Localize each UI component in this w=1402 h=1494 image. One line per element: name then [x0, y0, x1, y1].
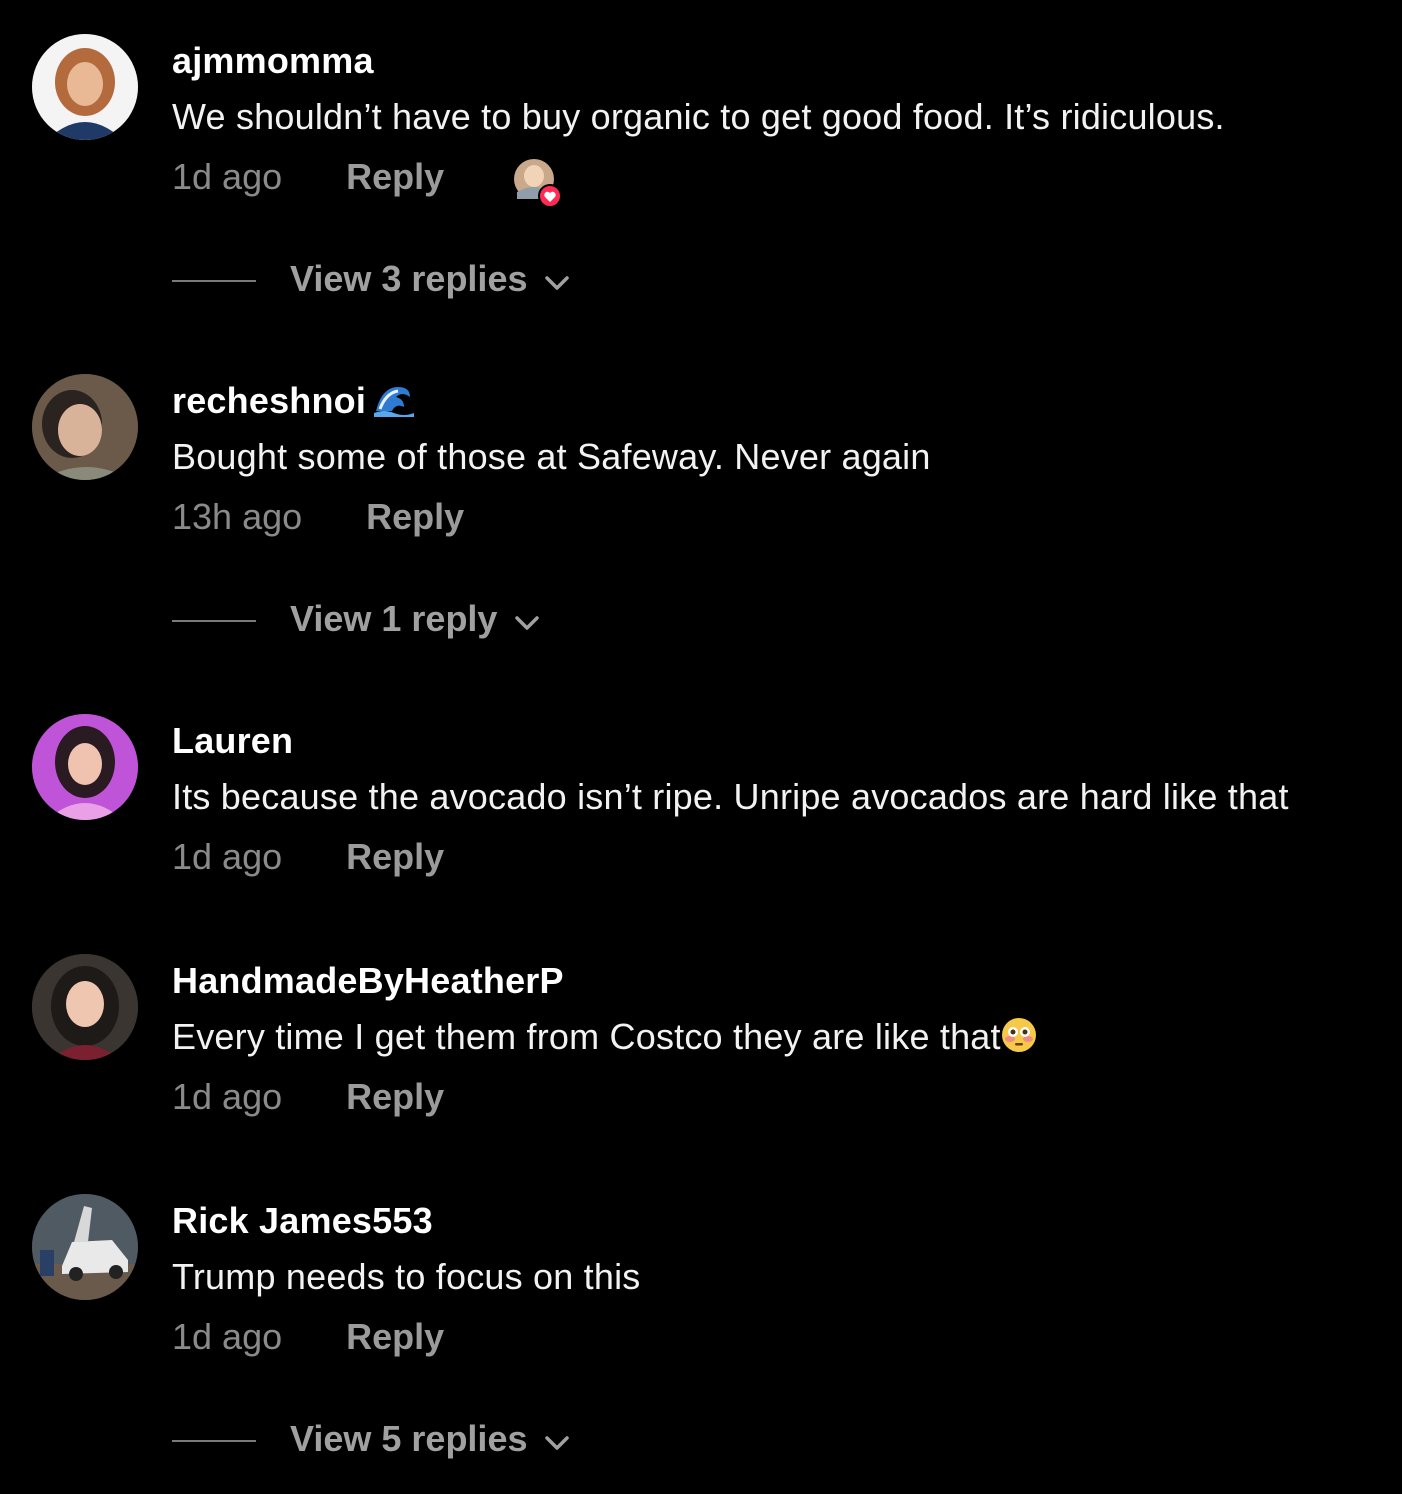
comment-meta: 1d ago Reply — [172, 1076, 444, 1118]
reply-button[interactable]: Reply — [346, 1076, 444, 1118]
avatar[interactable] — [32, 374, 138, 480]
comment-username[interactable]: HandmadeByHeatherP — [172, 960, 564, 1002]
flushed-face-emoji-icon — [1001, 1017, 1037, 1062]
creator-liked-heart-icon — [513, 158, 563, 208]
comment-text-body: Every time I get them from Costco they a… — [172, 1016, 1001, 1057]
avatar-image — [32, 1194, 138, 1300]
comment-text: Its because the avocado isn’t ripe. Unri… — [172, 776, 1289, 817]
comment-time: 1d ago — [172, 1316, 283, 1357]
divider — [172, 1440, 256, 1443]
avatar[interactable] — [32, 1194, 138, 1300]
avatar-image — [32, 714, 138, 820]
avatar-image — [32, 954, 138, 1060]
comment-text: We shouldn’t have to buy organic to get … — [172, 96, 1225, 137]
comment-time: 1d ago — [172, 836, 283, 877]
comment-username[interactable]: Rick James553 — [172, 1200, 433, 1242]
avatar[interactable] — [32, 714, 138, 820]
comment-username[interactable]: Lauren — [172, 720, 293, 762]
reply-button[interactable]: Reply — [346, 1316, 444, 1358]
comment-text: Trump needs to focus on this — [172, 1256, 641, 1297]
view-replies-button[interactable]: View 3 replies — [172, 258, 571, 302]
comment-meta: 13h ago Reply — [172, 496, 464, 538]
avatar[interactable] — [32, 34, 138, 140]
view-replies-button[interactable]: View 1 reply — [172, 598, 541, 642]
reply-button[interactable]: Reply — [366, 496, 464, 538]
view-replies-label: View 5 replies — [290, 1418, 528, 1459]
chevron-down-icon — [543, 1420, 571, 1462]
wave-emoji-icon — [374, 381, 415, 426]
reply-button[interactable]: Reply — [346, 156, 444, 198]
comment-time: 13h ago — [172, 496, 303, 537]
comment-username[interactable]: ajmmomma — [172, 40, 374, 82]
avatar-image — [32, 374, 138, 480]
comment-meta: 1d ago Reply — [172, 836, 444, 878]
comment-time: 1d ago — [172, 156, 283, 197]
comment-time: 1d ago — [172, 1076, 283, 1117]
chevron-down-icon — [513, 600, 541, 642]
avatar-image — [32, 34, 138, 140]
comment-meta: 1d ago Reply — [172, 156, 444, 198]
username-text: recheshnoi — [172, 380, 367, 421]
divider — [172, 620, 256, 623]
comment-meta: 1d ago Reply — [172, 1316, 444, 1358]
comment-text: Bought some of those at Safeway. Never a… — [172, 436, 931, 477]
divider — [172, 280, 256, 283]
comment-username[interactable]: recheshnoi — [172, 380, 415, 426]
reply-button[interactable]: Reply — [346, 836, 444, 878]
view-replies-button[interactable]: View 5 replies — [172, 1418, 571, 1462]
chevron-down-icon — [543, 260, 571, 302]
comment-text: Every time I get them from Costco they a… — [172, 1016, 1037, 1062]
view-replies-label: View 1 reply — [290, 598, 498, 639]
avatar[interactable] — [32, 954, 138, 1060]
view-replies-label: View 3 replies — [290, 258, 528, 299]
